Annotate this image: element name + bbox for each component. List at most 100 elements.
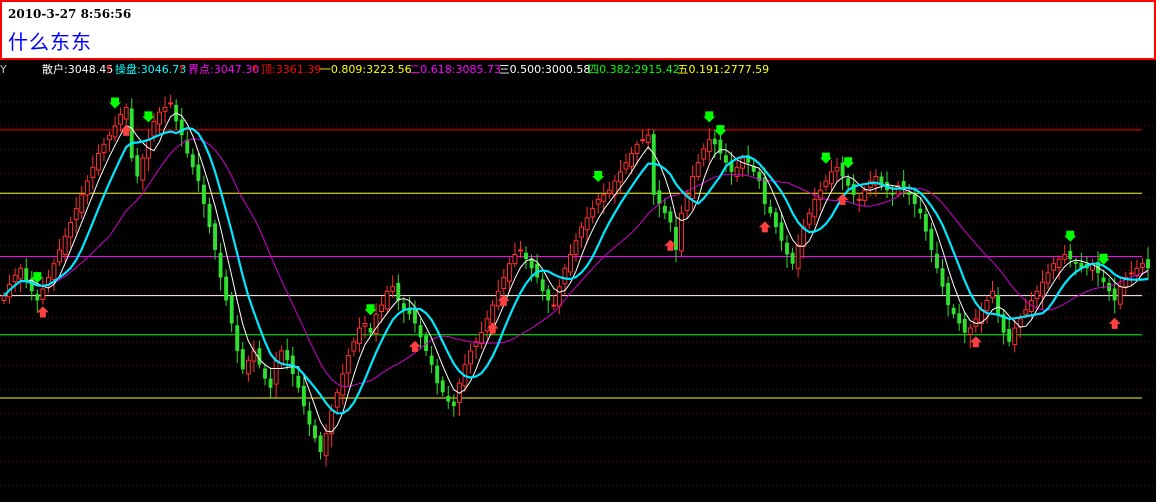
candle-body-up xyxy=(68,221,74,238)
fib-levels xyxy=(0,101,1156,487)
buy-signal-arrow xyxy=(408,340,421,352)
candle-body-down xyxy=(35,294,40,301)
candle-body-up xyxy=(379,304,385,313)
candle-body-up xyxy=(484,318,490,332)
candle-body-up xyxy=(340,373,346,396)
sell-signal-arrow xyxy=(142,111,155,123)
candle-body-down xyxy=(773,212,778,227)
candle-body-down xyxy=(213,223,217,250)
candle-body-up xyxy=(823,180,829,188)
candle-body-down xyxy=(446,396,451,402)
candle-body-down xyxy=(318,435,323,453)
candle-body-down xyxy=(1007,328,1012,342)
candle-body-up xyxy=(1140,263,1145,268)
candle-body-down xyxy=(840,162,845,177)
candle-body-down xyxy=(396,283,401,301)
candle-body-up xyxy=(584,217,590,231)
candle-body-up xyxy=(279,350,285,364)
sell-signal-arrow xyxy=(109,97,122,109)
candle-body-up xyxy=(573,240,579,256)
candle-body-up xyxy=(695,162,701,177)
candle-body-up xyxy=(579,226,584,238)
candle-body-up xyxy=(351,341,357,352)
candle-body-down xyxy=(440,380,445,393)
candle-body-down xyxy=(313,425,317,439)
candle-body-down xyxy=(235,325,240,352)
candle-body-down xyxy=(923,214,928,232)
candle-body-down xyxy=(185,139,190,154)
candle-body-up xyxy=(1117,286,1123,305)
candle-body-down xyxy=(957,313,962,324)
header-banner: 2010-3-27 8:56:56 什么东东 xyxy=(0,0,1156,60)
candle-body-down xyxy=(762,177,767,205)
candle-body-down xyxy=(268,378,273,388)
candle-body-up xyxy=(1012,327,1018,346)
sell-signal-arrow xyxy=(703,111,716,123)
candle-body-up xyxy=(562,267,568,285)
candle-body-up xyxy=(834,166,840,172)
candle-body-up xyxy=(1040,281,1045,297)
candle-body-up xyxy=(18,267,24,280)
candle-body-up xyxy=(518,249,523,252)
stock-chart[interactable]: Y 散户:3048.45 ↑ 操盘:3046.73 ↑ 界点:3047.30 ↑ 顶:3361… xyxy=(0,60,1156,498)
candle-body-up xyxy=(356,327,362,345)
candle-body-up xyxy=(107,134,112,141)
candle-body-up xyxy=(157,111,162,125)
candle-body-up xyxy=(73,208,79,221)
candle-body-down xyxy=(196,164,201,182)
legend-item: 操盘:3046.73 xyxy=(115,62,186,76)
candle-body-down xyxy=(190,154,195,168)
legend-item: 三0.500:3000.58 xyxy=(499,63,591,76)
candle-body-down xyxy=(1101,277,1106,283)
candle-body-down xyxy=(785,242,789,255)
legend-item: 五0.191:2777.59 xyxy=(678,63,770,76)
candle-body-down xyxy=(263,368,267,379)
candle-body-up xyxy=(479,332,485,345)
candle-body-up xyxy=(590,208,596,218)
candle-body-down xyxy=(524,252,528,260)
candle-body-up xyxy=(629,152,634,167)
candle-body-up xyxy=(79,194,85,213)
candle-body-up xyxy=(334,391,340,408)
candle-body-up xyxy=(490,304,496,324)
candle-body-up xyxy=(812,198,818,218)
candle-body-up xyxy=(984,299,990,312)
candle-body-down xyxy=(918,208,923,214)
candle-body-up xyxy=(162,107,168,112)
candle-body-up xyxy=(595,198,601,205)
candle-body-down xyxy=(940,268,945,287)
sell-signal-arrow xyxy=(714,125,727,137)
candle-body-up xyxy=(506,263,512,282)
sanhu-line xyxy=(3,112,1149,433)
candle-body-down xyxy=(229,295,234,324)
candle-body-down xyxy=(24,268,29,283)
candle-body-down xyxy=(540,279,545,292)
candle-body-up xyxy=(1128,272,1134,275)
candle-body-down xyxy=(1146,259,1150,269)
candle-body-up xyxy=(101,143,107,154)
candle-body-up xyxy=(679,212,684,252)
candle-body-up xyxy=(1034,290,1040,300)
legend: Y 散户:3048.45↑ 操盘:3046.73↑ 界点:3047.30↑ 顶:3361… xyxy=(0,62,769,76)
candle-body-up xyxy=(468,350,473,365)
candle-body-up xyxy=(501,277,507,290)
candle-body-down xyxy=(201,184,206,205)
legend-item: 顶:3361.39 xyxy=(261,63,321,76)
candle-body-down xyxy=(218,252,223,278)
candle-body-up xyxy=(1062,254,1068,260)
datetime-label: 2010-3-27 8:56:56 xyxy=(8,7,132,21)
candle-body-down xyxy=(779,222,784,241)
chart-svg: Y 散户:3048.45↑ 操盘:3046.73↑ 界点:3047.30↑ 顶:3361… xyxy=(0,62,1156,487)
candle-body-up xyxy=(856,198,862,201)
candle-body-up xyxy=(706,139,712,153)
candle-body-down xyxy=(224,276,229,301)
candle-body-down xyxy=(179,119,184,136)
candle-body-up xyxy=(640,139,646,142)
candle-body-up xyxy=(62,235,68,256)
indicator-lines xyxy=(3,112,1149,433)
legend-item: 一0.809:3223.56 xyxy=(320,63,412,76)
candle-body-down xyxy=(207,204,212,227)
candle-body-up xyxy=(273,359,279,385)
candle-body-down xyxy=(712,138,717,145)
candle-body-up xyxy=(645,134,651,143)
